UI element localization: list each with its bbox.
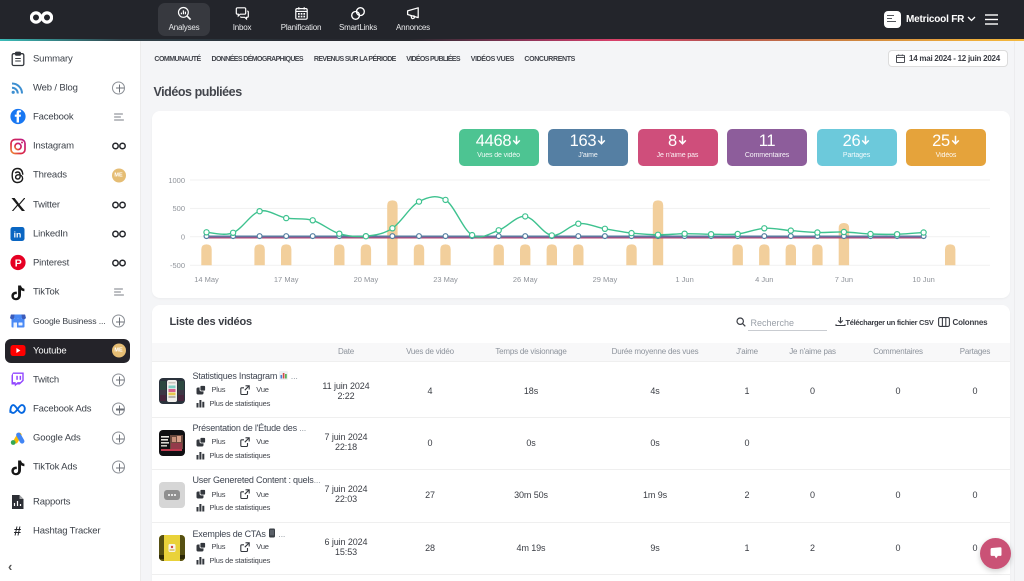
svg-text:in: in xyxy=(14,229,22,239)
svg-text:10 Jun: 10 Jun xyxy=(912,275,935,284)
svg-text:20 May: 20 May xyxy=(353,275,378,284)
svg-text:-500: -500 xyxy=(169,261,184,270)
svg-text:14 May: 14 May xyxy=(194,275,219,284)
svg-text:4 Jun: 4 Jun xyxy=(755,275,773,284)
svg-text:29 May: 29 May xyxy=(592,275,617,284)
svg-text:0: 0 xyxy=(180,233,184,242)
svg-text:500: 500 xyxy=(172,204,185,213)
svg-text:17 May: 17 May xyxy=(273,275,298,284)
svg-text:1000: 1000 xyxy=(168,176,185,185)
svg-text:1 Jun: 1 Jun xyxy=(675,275,693,284)
svg-text:P: P xyxy=(14,258,21,270)
svg-text:26 May: 26 May xyxy=(512,275,537,284)
svg-text:23 May: 23 May xyxy=(433,275,458,284)
svg-text:7 Jun: 7 Jun xyxy=(834,275,852,284)
